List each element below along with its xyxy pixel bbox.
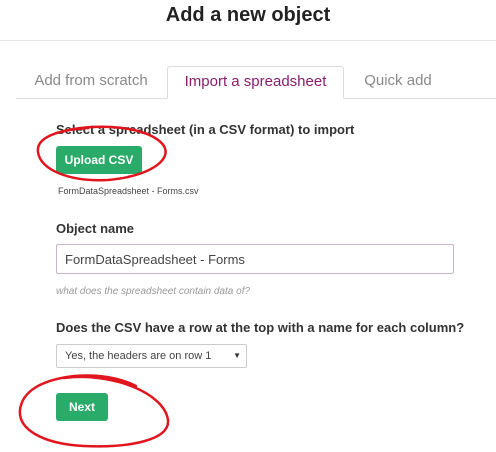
tab-quick-add[interactable]: Quick add xyxy=(346,66,450,98)
object-name-hint: what does the spreadsheet contain data o… xyxy=(56,286,251,297)
object-name-label: Object name xyxy=(56,221,135,236)
headers-row-select-value: Yes, the headers are on row 1 xyxy=(65,350,212,362)
modal-header: Add a new object xyxy=(0,0,496,41)
chevron-down-icon: ▼ xyxy=(233,351,241,360)
object-name-input[interactable] xyxy=(56,244,454,274)
tab-add-from-scratch[interactable]: Add from scratch xyxy=(16,66,166,98)
select-spreadsheet-label: Select a spreadsheet (in a CSV format) t… xyxy=(56,122,355,137)
tab-bar: Add from scratch Import a spreadsheet Qu… xyxy=(16,66,496,99)
modal-title: Add a new object xyxy=(165,4,331,26)
headers-row-select[interactable]: Yes, the headers are on row 1 ▼ xyxy=(56,344,247,368)
upload-csv-button[interactable]: Upload CSV xyxy=(56,146,142,174)
uploaded-filename: FormDataSpreadsheet - Forms.csv xyxy=(58,186,199,196)
next-button[interactable]: Next xyxy=(56,393,108,421)
tab-import-spreadsheet[interactable]: Import a spreadsheet xyxy=(167,66,344,99)
headers-question-label: Does the CSV have a row at the top with … xyxy=(56,320,465,335)
